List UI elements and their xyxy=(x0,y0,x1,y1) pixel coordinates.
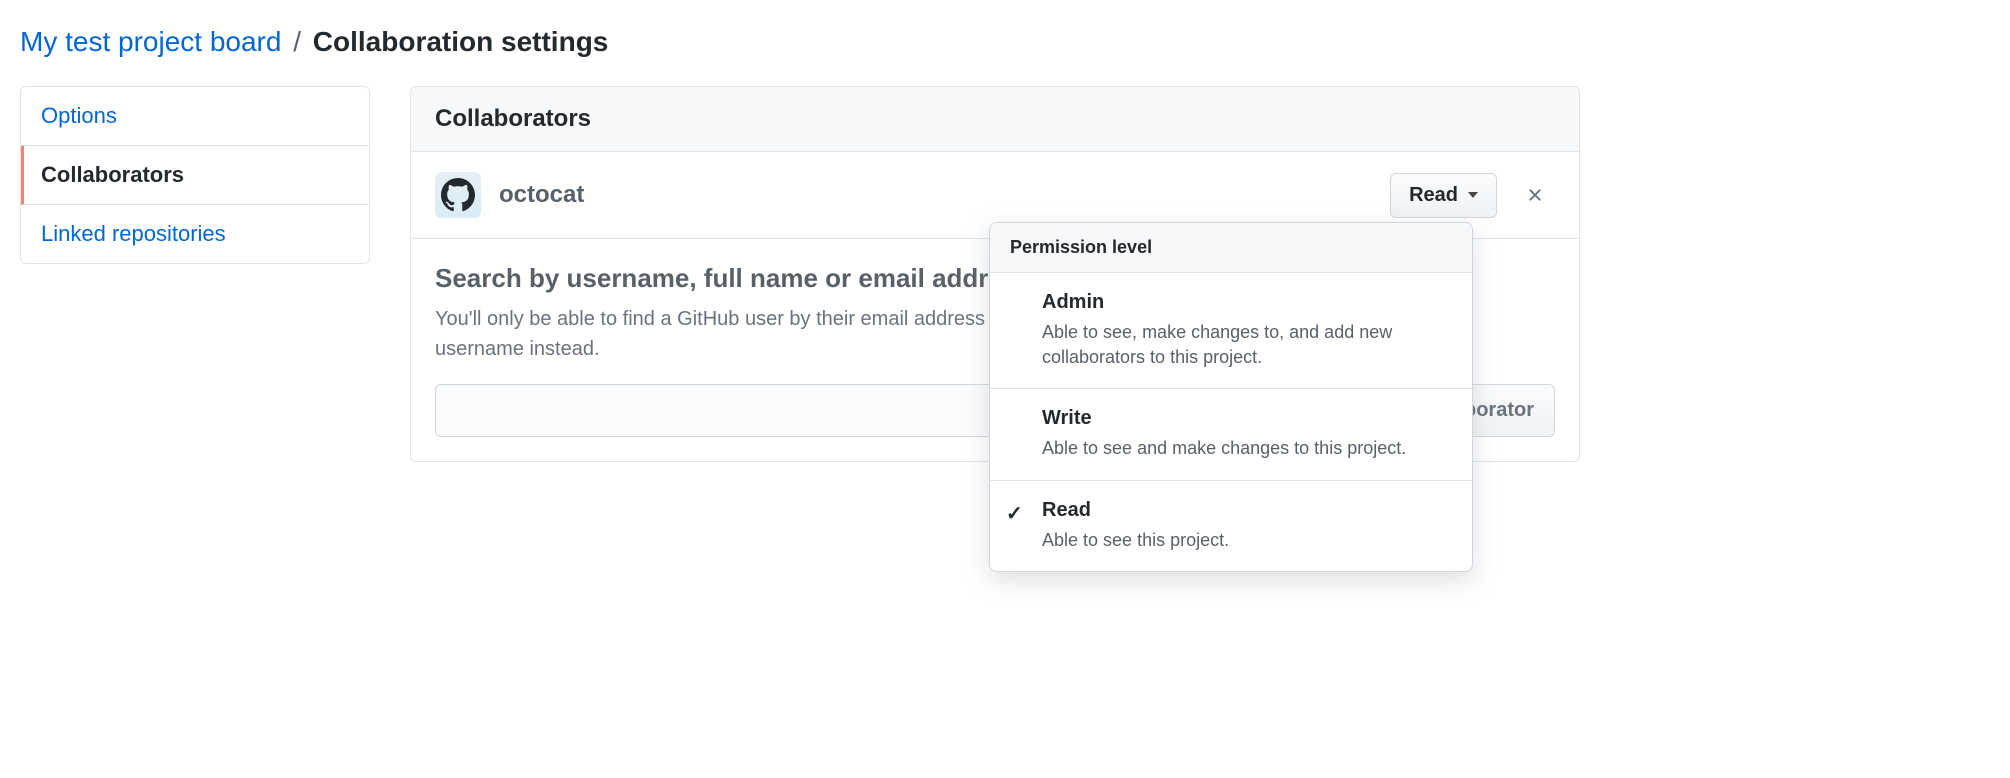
chevron-down-icon xyxy=(1468,192,1478,198)
permission-option-title: Write xyxy=(1042,407,1452,430)
breadcrumb-project-link[interactable]: My test project board xyxy=(20,26,281,57)
check-icon: ✓ xyxy=(1006,501,1023,526)
permission-option-read[interactable]: ✓ Read Able to see this project. xyxy=(990,481,1472,571)
collaborator-username: octocat xyxy=(499,181,1372,209)
collaborators-panel: Collaborators octocat Read Search by use… xyxy=(410,86,1580,462)
permission-option-admin[interactable]: Admin Able to see, make changes to, and … xyxy=(990,273,1472,389)
panel-title: Collaborators xyxy=(411,87,1579,152)
permission-option-desc: Able to see this project. xyxy=(1042,528,1452,553)
permission-dropdown-label: Read xyxy=(1409,184,1458,207)
dropdown-header: Permission level xyxy=(990,223,1472,273)
settings-sidebar: Options Collaborators Linked repositorie… xyxy=(20,86,370,264)
permission-option-title: Read xyxy=(1042,499,1452,522)
permission-option-title: Admin xyxy=(1042,291,1452,314)
breadcrumb: My test project board / Collaboration se… xyxy=(20,20,1580,68)
breadcrumb-current: Collaboration settings xyxy=(313,26,609,57)
permission-option-write[interactable]: Write Able to see and make changes to th… xyxy=(990,389,1472,480)
breadcrumb-separator: / xyxy=(289,26,305,57)
remove-collaborator-button[interactable] xyxy=(1515,181,1555,209)
avatar xyxy=(435,172,481,218)
sidebar-item-linked-repositories[interactable]: Linked repositories xyxy=(21,205,369,263)
permission-option-desc: Able to see, make changes to, and add ne… xyxy=(1042,320,1452,370)
permission-option-desc: Able to see and make changes to this pro… xyxy=(1042,436,1452,461)
sidebar-item-collaborators[interactable]: Collaborators xyxy=(21,146,369,205)
close-icon xyxy=(1525,185,1545,205)
permission-dropdown-menu: Permission level Admin Able to see, make… xyxy=(989,222,1473,572)
sidebar-item-options[interactable]: Options xyxy=(21,87,369,146)
permission-dropdown-button[interactable]: Read xyxy=(1390,173,1497,218)
